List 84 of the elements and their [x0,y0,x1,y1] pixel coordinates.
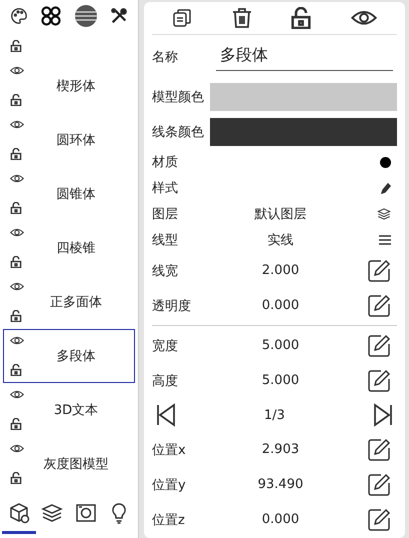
unlocked-lock-icon[interactable] [10,94,22,106]
field-value: 默认图层 [254,206,308,223]
eye-icon[interactable] [10,336,24,345]
object-name: 3D文本 [52,402,100,419]
field-value: 5.000 [260,338,300,353]
field-label: 样式 [152,180,179,197]
tools-icon[interactable] [110,7,128,25]
field-value: 5.000 [260,373,300,388]
layers-icon[interactable] [377,207,391,221]
object-list-item[interactable]: 四棱锥 [3,221,135,275]
field-value: 2.903 [260,442,300,457]
field-label: 名称 [152,49,179,66]
name-field[interactable]: 多段体 [216,43,393,71]
unlocked-lock-icon[interactable] [10,148,22,160]
eye-icon[interactable] [10,444,24,453]
edit-icon[interactable] [367,334,391,358]
edit-icon[interactable] [367,294,391,318]
edit-icon[interactable] [367,368,391,392]
field-label: 线条颜色 [152,124,205,140]
object-name: 正多面体 [49,294,103,311]
unlocked-lock-icon[interactable] [10,472,22,484]
unlocked-lock-icon[interactable] [10,256,22,268]
field-label: 位置x [152,442,187,458]
unlocked-lock-icon[interactable] [10,364,22,376]
object-list-item[interactable]: 多段体 [3,329,135,383]
object-list-item[interactable]: 正多面体 [3,275,135,329]
field-label: 高度 [152,372,179,390]
layers-icon [41,502,64,524]
field-label: 透明度 [152,298,192,314]
field-value: 0.000 [260,512,300,527]
field-value: 2.000 [260,263,300,278]
field-label: 线宽 [152,262,179,280]
edit-icon[interactable] [367,508,391,532]
photo-frame-icon [74,502,97,524]
first-page-icon[interactable] [156,403,176,427]
object-list-item[interactable]: 楔形体 [3,59,135,113]
palette-icon[interactable] [10,7,28,25]
material-dot-icon[interactable] [380,156,391,168]
page-indicator: 1/3 [264,408,285,422]
field-value: 93.490 [256,477,304,492]
field-value: 0.000 [260,298,300,313]
object-name: 灰度图模型 [42,456,110,473]
field-label: 模型颜色 [152,88,205,106]
pencil-icon[interactable] [381,182,391,194]
field-label: 图层 [152,206,179,223]
field-label: 宽度 [152,338,179,354]
cube-icon [8,502,30,524]
eye-icon[interactable] [10,66,24,75]
menu-icon[interactable] [379,235,391,245]
field-label: 位置y [152,476,187,494]
last-page-icon[interactable] [372,403,393,427]
color-swatch[interactable] [210,118,397,146]
color-swatch[interactable] [210,82,397,110]
unlocked-lock-icon[interactable] [10,202,22,214]
edit-icon[interactable] [367,258,391,282]
object-list-item[interactable]: 圆锥体 [3,167,135,221]
object-list-item[interactable]: 圆环体 [3,113,135,167]
field-label: 线型 [152,232,179,249]
edit-icon[interactable] [367,438,391,462]
unlocked-lock-icon[interactable] [291,7,312,29]
eye-icon[interactable] [10,228,24,237]
edit-icon[interactable] [367,472,391,496]
object-name: 楔形体 [56,78,96,95]
object-list-item[interactable]: 3D文本 [3,383,135,437]
eye-icon[interactable] [10,282,24,291]
field-label: 位置z [152,512,186,528]
eye-icon[interactable] [351,10,378,26]
unlocked-lock-icon[interactable] [10,310,22,322]
unlocked-lock-icon[interactable] [10,40,22,52]
object-name: 圆锥体 [56,186,96,203]
sphere-icon[interactable] [74,4,98,28]
object-name: 多段体 [56,348,96,365]
object-list-item[interactable]: 灰度图模型 [3,437,135,491]
trash-icon[interactable] [232,7,252,29]
clover-icon[interactable] [40,5,62,27]
copy-icon[interactable] [172,8,192,28]
object-name: 圆环体 [56,132,96,149]
field-value: 实线 [266,232,294,249]
eye-icon[interactable] [10,120,24,129]
object-name: 四棱锥 [56,240,96,257]
field-label: 材质 [152,154,179,171]
eye-icon[interactable] [10,174,24,183]
eye-icon[interactable] [10,390,24,399]
unlocked-lock-icon[interactable] [10,418,22,430]
